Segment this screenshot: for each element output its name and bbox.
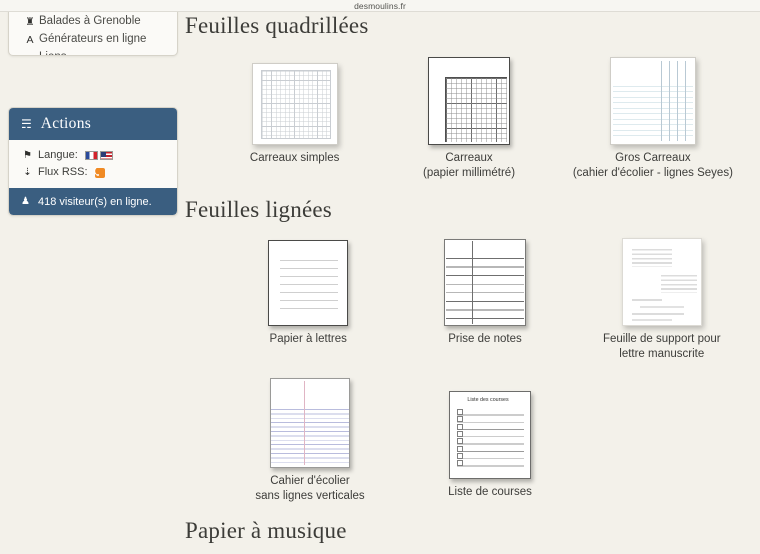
thumb-caption-line1: Carreaux simples	[249, 152, 340, 164]
thumb-image-wrap	[564, 236, 760, 326]
flag-us-icon[interactable]	[99, 151, 113, 160]
language-flags	[84, 151, 113, 160]
section-title-lignees: Feuilles lignées	[185, 197, 332, 222]
notes-table-paper-icon	[443, 239, 526, 326]
thumb-caption-line1: Papier à lettres	[269, 333, 347, 345]
sidebar-actions-box: ☴ Actions ⚑ Langue: ⇣ Flux RSS: ♟ 418 vi…	[8, 107, 178, 216]
thumb-feuille-support[interactable]: Feuille de support pour lettre manuscrit…	[564, 236, 760, 362]
visitors-count-text: 418 visiteur(s) en ligne.	[37, 195, 152, 208]
thumb-caption-line2: sans lignes verticales	[255, 490, 365, 502]
thumb-caption-line1: Prise de notes	[448, 333, 522, 345]
section-title-musique: Papier à musique	[185, 518, 347, 543]
sidebar-item-liens[interactable]: ◕Liens	[23, 49, 177, 55]
thumb-caption: Cahier d'écolier sans lignes verticales	[210, 474, 410, 504]
thumb-carreaux-simples[interactable]: Carreaux simples	[195, 49, 394, 166]
chess-rook-icon: ♜	[25, 16, 35, 28]
thumb-caption: Feuille de support pour lettre manuscrit…	[564, 332, 760, 362]
thumb-caption-line1: Feuille de support pour	[602, 333, 721, 345]
rss-label: Flux RSS:	[38, 166, 88, 178]
thumb-caption-line2: (cahier d'écolier - lignes Seyes)	[572, 167, 733, 179]
shopping-list-paper-icon: Liste des courses	[449, 391, 531, 479]
thumb-caption: Gros Carreaux (cahier d'écolier - lignes…	[546, 151, 760, 181]
page-body: ♜ Balades à Grenoble A Générateurs en lign…	[0, 0, 760, 554]
actions-body: ⚑ Langue: ⇣ Flux RSS:	[9, 140, 177, 188]
grid-fine-paper-icon	[251, 63, 338, 145]
thumb-caption-line1: Carreaux	[445, 152, 493, 164]
rss-row: ⇣ Flux RSS:	[21, 164, 177, 181]
sidebar-item-label: Balades à Grenoble	[39, 15, 141, 27]
user-icon: ♟	[21, 196, 30, 207]
thumb-caption-line1: Liste de courses	[448, 486, 532, 498]
thumb-papier-a-lettres[interactable]: Papier à lettres	[210, 236, 406, 347]
main-content: Feuilles quadrillées Carreaux simples Ca…	[185, 11, 760, 544]
language-label: Langue:	[38, 149, 78, 161]
actions-header: ☴ Actions	[9, 108, 177, 140]
thumb-caption-line2: (papier millimétré)	[423, 167, 516, 179]
thumb-image-wrap: Liste des courses	[410, 381, 570, 479]
sitemap-icon: ☴	[21, 117, 32, 131]
guide-sheet-paper-icon	[621, 238, 702, 326]
thumb-liste-de-courses[interactable]: Liste des courses Liste de courses	[410, 381, 570, 500]
browser-url-text: desmoulins.fr	[354, 0, 406, 11]
globe-icon: ◕	[23, 50, 37, 55]
letter-lined-paper-icon	[268, 240, 349, 326]
thumb-caption-line1: Gros Carreaux	[615, 152, 691, 164]
thumb-image-wrap	[210, 374, 410, 468]
shopping-list-inner-title: Liste des courses	[467, 397, 509, 403]
thumb-row-lignees-2: Cahier d'écolier sans lignes verticales …	[185, 374, 760, 504]
flag-icon: ⚑	[23, 150, 32, 161]
thumb-caption: Papier à lettres	[210, 332, 406, 347]
sort-down-icon: ⇣	[23, 167, 32, 178]
cahier-ecolier-paper-icon	[270, 378, 350, 468]
thumb-caption: Liste de courses	[410, 485, 570, 500]
thumb-caption: Carreaux simples	[195, 151, 394, 166]
sidebar-item-label: Générateurs en ligne	[39, 33, 147, 45]
thumb-row-lignees-1: Papier à lettres Prise de notes Feuille …	[185, 236, 760, 362]
language-row: ⚑ Langue:	[21, 147, 177, 164]
flag-fr-icon[interactable]	[84, 151, 98, 160]
rss-icon[interactable]	[94, 167, 105, 178]
section-title-quadrillees: Feuilles quadrillées	[185, 13, 369, 38]
actions-title: Actions	[40, 115, 92, 132]
sidebar-item-generateurs[interactable]: A Générateurs en ligne	[23, 31, 177, 49]
thumb-image-wrap	[546, 49, 760, 145]
browser-url-bar[interactable]: desmoulins.fr	[0, 0, 760, 12]
thumb-gros-carreaux[interactable]: Gros Carreaux (cahier d'écolier - lignes…	[546, 49, 760, 181]
thumb-image-wrap	[406, 236, 563, 326]
graph-millimetre-paper-icon	[428, 57, 511, 145]
thumb-image-wrap	[210, 236, 406, 326]
thumb-caption: Prise de notes	[406, 332, 563, 347]
thumb-image-wrap	[394, 49, 543, 145]
thumb-row-quadrillees: Carreaux simples Carreaux (papier millim…	[185, 49, 760, 181]
thumb-cahier-ecolier[interactable]: Cahier d'écolier sans lignes verticales	[210, 374, 410, 504]
thumb-caption-line1: Cahier d'écolier	[270, 475, 350, 487]
font-letter-a-icon: A	[26, 34, 34, 46]
thumb-caption-line2: lettre manuscrite	[619, 348, 705, 360]
thumb-carreaux-millimetre[interactable]: Carreaux (papier millimétré)	[394, 49, 543, 181]
visitors-bar: ♟ 418 visiteur(s) en ligne.	[9, 188, 177, 215]
thumb-prise-de-notes[interactable]: Prise de notes	[406, 236, 563, 347]
thumb-image-wrap	[195, 49, 394, 145]
thumb-caption: Carreaux (papier millimétré)	[394, 151, 543, 181]
seyes-paper-icon	[609, 57, 696, 145]
sidebar-item-label: Liens	[39, 51, 67, 55]
sidebar-item-balades[interactable]: ♜ Balades à Grenoble	[23, 13, 177, 31]
